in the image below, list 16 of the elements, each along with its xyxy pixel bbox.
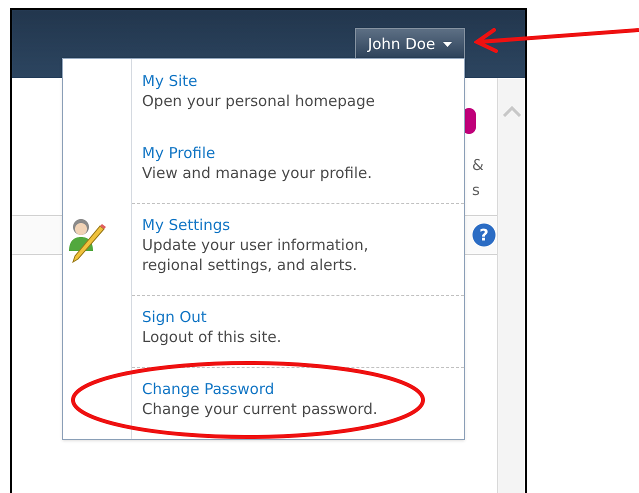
menu-item-link[interactable]: My Site xyxy=(142,71,198,91)
menu-item-description: Update your user information, regional settings, and alerts. xyxy=(142,235,370,275)
label-fragment: s xyxy=(472,180,480,201)
caret-icon xyxy=(443,42,452,47)
label-fragment: & xyxy=(472,155,484,176)
menu-item-description: Change your current password. xyxy=(142,399,379,419)
menu-item-description: Open your personal homepage xyxy=(142,91,376,111)
menu-item-link[interactable]: My Profile xyxy=(142,143,216,163)
menu-item-description: Logout of this site. xyxy=(142,327,282,347)
menu-item-link[interactable]: My Settings xyxy=(142,215,230,235)
help-icon: ? xyxy=(472,223,496,247)
chevron-up-icon xyxy=(502,106,520,117)
menu-item-description: View and manage your profile. xyxy=(142,163,374,183)
menu-item-link[interactable]: Change Password xyxy=(142,379,274,399)
menu-item-link[interactable]: Sign Out xyxy=(142,307,207,327)
user-menu-button[interactable]: John Doe xyxy=(355,28,465,60)
